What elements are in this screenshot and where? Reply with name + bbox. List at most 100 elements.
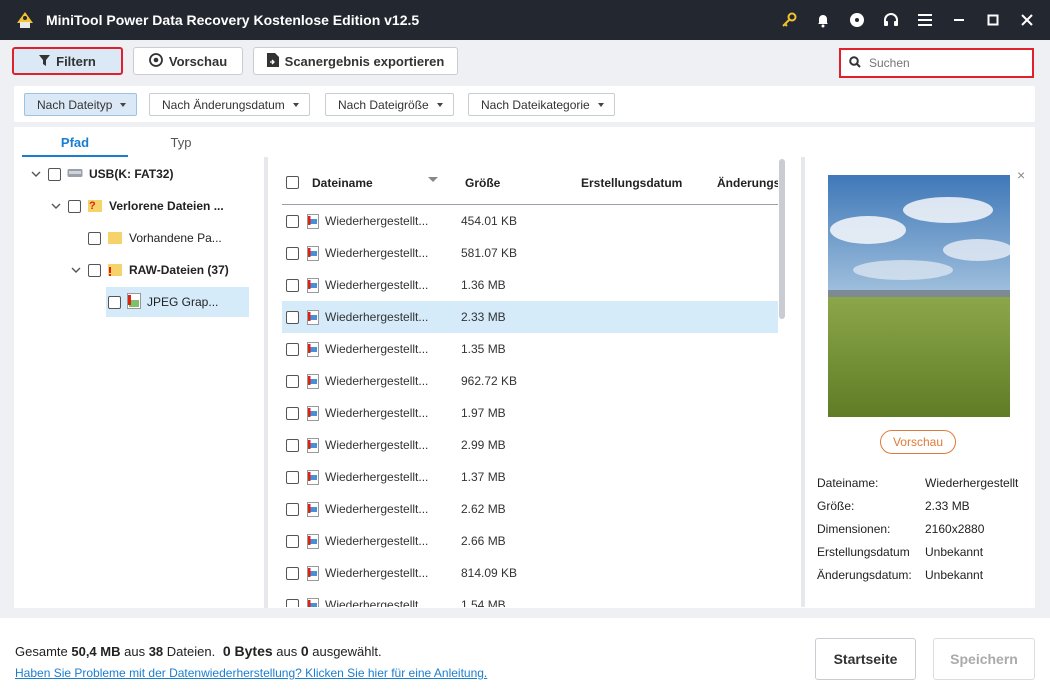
minimize-icon[interactable] xyxy=(950,11,968,29)
tree-item-usb[interactable]: USB(K: FAT32) xyxy=(30,159,173,189)
close-preview-icon[interactable]: × xyxy=(1017,167,1025,183)
checkbox[interactable] xyxy=(108,295,121,309)
table-row[interactable]: Wiederhergestellt... 581.07 KB xyxy=(282,237,778,269)
home-button[interactable]: Startseite xyxy=(815,638,916,680)
table-row[interactable]: Wiederhergestellt... 1.37 MB xyxy=(282,461,778,493)
preview-button[interactable]: Vorschau xyxy=(133,47,243,75)
export-scan-result-button[interactable]: Scanergebnis exportieren xyxy=(253,47,458,75)
info-filename-value: Wiederhergestellt xyxy=(925,476,1019,490)
column-header-size[interactable]: Größe xyxy=(465,176,500,190)
chevron-down-icon[interactable] xyxy=(30,168,42,180)
tree-item-existing-partition[interactable]: Vorhandene Pa... xyxy=(88,223,222,253)
tab-path[interactable]: Pfad xyxy=(22,127,128,157)
preview-open-button[interactable]: Vorschau xyxy=(880,430,956,454)
table-row[interactable]: Wiederhergestellt... 2.62 MB xyxy=(282,493,778,525)
row-checkbox[interactable] xyxy=(286,214,299,228)
checkbox[interactable] xyxy=(88,263,101,277)
row-checkbox[interactable] xyxy=(286,406,299,420)
close-icon[interactable] xyxy=(1018,11,1036,29)
notification-bell-icon[interactable] xyxy=(814,11,832,29)
column-header-filename[interactable]: Dateiname xyxy=(312,176,373,190)
row-checkbox[interactable] xyxy=(286,246,299,260)
headset-icon[interactable] xyxy=(882,11,900,29)
filter-label: Nach Änderungsdatum xyxy=(162,97,285,112)
search-input[interactable] xyxy=(869,56,1019,70)
filter-label: Nach Dateityp xyxy=(37,97,113,112)
drive-icon xyxy=(67,167,83,181)
key-icon[interactable] xyxy=(780,11,798,29)
panel-splitter[interactable] xyxy=(264,157,268,608)
filter-label: Nach Dateigröße xyxy=(338,97,429,112)
help-link[interactable]: Haben Sie Probleme mit der Datenwiederhe… xyxy=(15,666,487,680)
row-size: 814.09 KB xyxy=(461,566,518,580)
row-checkbox[interactable] xyxy=(286,438,299,452)
row-checkbox[interactable] xyxy=(286,534,299,548)
table-row[interactable]: Wiederhergestellt... 2.99 MB xyxy=(282,429,778,461)
row-filename: Wiederhergestellt... xyxy=(325,246,429,260)
row-filename: Wiederhergestellt... xyxy=(325,374,429,388)
disc-icon[interactable] xyxy=(848,11,866,29)
filter-button[interactable]: Filtern xyxy=(12,47,123,75)
info-created-value: Unbekannt xyxy=(925,545,984,559)
row-size: 1.37 MB xyxy=(461,470,506,484)
table-row[interactable]: Wiederhergestellt... 962.72 KB xyxy=(282,365,778,397)
chevron-down-icon[interactable] xyxy=(50,200,62,212)
table-row[interactable]: Wiederhergestellt... 1.54 MB xyxy=(282,589,778,607)
info-size-value: 2.33 MB xyxy=(925,499,970,513)
column-header-created[interactable]: Erstellungsdatum xyxy=(581,176,682,190)
row-size: 581.07 KB xyxy=(461,246,518,260)
filter-by-file-size[interactable]: Nach Dateigröße xyxy=(325,93,454,116)
row-filename: Wiederhergestellt... xyxy=(325,342,429,356)
table-row[interactable]: Wiederhergestellt... 2.66 MB xyxy=(282,525,778,557)
row-size: 2.66 MB xyxy=(461,534,506,548)
svg-text:?: ? xyxy=(89,200,96,212)
filter-by-file-category[interactable]: Nach Dateikategorie xyxy=(468,93,615,116)
maximize-icon[interactable] xyxy=(984,11,1002,29)
row-filename: Wiederhergestellt... xyxy=(325,598,429,607)
select-all-checkbox[interactable] xyxy=(286,176,299,189)
table-row[interactable]: Wiederhergestellt... 454.01 KB xyxy=(282,205,778,237)
row-checkbox[interactable] xyxy=(286,342,299,356)
tree-item-label: Verlorene Dateien ... xyxy=(109,199,224,213)
row-checkbox[interactable] xyxy=(286,598,299,607)
tree-item-lost-files[interactable]: ? Verlorene Dateien ... xyxy=(50,191,224,221)
funnel-icon xyxy=(39,54,51,69)
list-scrollbar[interactable] xyxy=(779,159,785,319)
tree-item-raw-files[interactable]: RAW-Dateien (37) xyxy=(70,255,229,285)
menu-icon[interactable] xyxy=(916,11,934,29)
table-row[interactable]: Wiederhergestellt... 2.33 MB xyxy=(282,301,778,333)
save-button[interactable]: Speichern xyxy=(933,638,1035,680)
export-icon xyxy=(266,52,279,70)
chevron-down-icon xyxy=(120,102,127,107)
filter-by-modified-date[interactable]: Nach Änderungsdatum xyxy=(149,93,310,116)
chevron-down-icon[interactable] xyxy=(70,264,82,276)
row-checkbox[interactable] xyxy=(286,374,299,388)
row-size: 1.36 MB xyxy=(461,278,506,292)
checkbox[interactable] xyxy=(68,199,81,213)
row-checkbox[interactable] xyxy=(286,310,299,324)
image-file-icon xyxy=(307,373,319,389)
checkbox[interactable] xyxy=(48,167,61,181)
summary-value: 50,4 MB xyxy=(71,644,121,659)
row-checkbox[interactable] xyxy=(286,502,299,516)
row-checkbox[interactable] xyxy=(286,278,299,292)
sort-arrow-icon[interactable] xyxy=(428,177,438,182)
preview-image xyxy=(828,175,1010,417)
checkbox[interactable] xyxy=(88,231,101,245)
row-filename: Wiederhergestellt... xyxy=(325,310,429,324)
row-checkbox[interactable] xyxy=(286,470,299,484)
tab-type[interactable]: Typ xyxy=(128,127,234,157)
image-file-icon xyxy=(307,213,319,229)
filter-by-file-type[interactable]: Nach Dateityp xyxy=(24,93,138,116)
row-size: 962.72 KB xyxy=(461,374,518,388)
file-list: Dateiname Größe Erstellungsdatum Änderun… xyxy=(282,157,778,607)
table-row[interactable]: Wiederhergestellt... 1.36 MB xyxy=(282,269,778,301)
tree-item-jpeg[interactable]: JPEG Grap... xyxy=(106,287,249,317)
column-header-modified[interactable]: Änderungs xyxy=(717,176,778,190)
image-file-icon xyxy=(307,533,319,549)
table-row[interactable]: Wiederhergestellt... 1.35 MB xyxy=(282,333,778,365)
search-box[interactable] xyxy=(839,48,1034,78)
table-row[interactable]: Wiederhergestellt... 814.09 KB xyxy=(282,557,778,589)
table-row[interactable]: Wiederhergestellt... 1.97 MB xyxy=(282,397,778,429)
row-checkbox[interactable] xyxy=(286,566,299,580)
